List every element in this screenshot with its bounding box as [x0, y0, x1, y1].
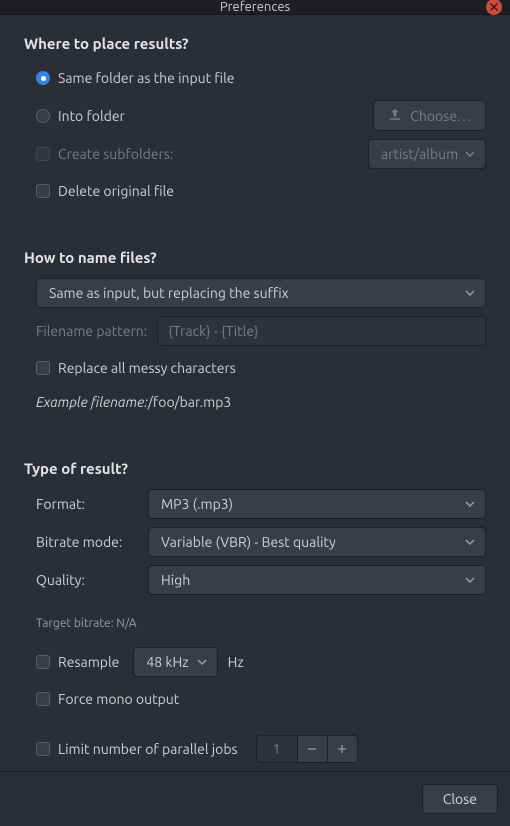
chevron-down-icon: [465, 534, 475, 550]
select-value: artist/album: [381, 146, 458, 162]
radio-same-folder[interactable]: [36, 71, 50, 85]
checkbox-label: Force mono output: [58, 691, 179, 707]
titlebar: Preferences: [0, 0, 510, 15]
close-button[interactable]: Close: [422, 784, 498, 814]
chevron-down-icon: [197, 654, 207, 670]
stepper-minus-button[interactable]: [297, 736, 327, 762]
section-heading-place: Where to place results?: [24, 35, 486, 52]
chevron-down-icon: [465, 285, 475, 301]
checkbox-replace-messy[interactable]: [36, 361, 50, 375]
example-filename-row: Example filename: /foo/bar.mp3: [24, 388, 486, 416]
minus-icon: [306, 743, 318, 755]
radio-row-into-folder[interactable]: Into folder Choose…: [24, 100, 486, 131]
choose-folder-button[interactable]: Choose…: [373, 100, 486, 131]
footer: Close: [0, 771, 510, 826]
checkbox-limit-jobs[interactable]: [36, 742, 50, 756]
checkbox-row-subfolders[interactable]: Create subfolders: artist/album: [24, 139, 486, 169]
target-bitrate-text: Target bitrate: N/A: [36, 617, 137, 630]
select-value: MP3 (.mp3): [161, 496, 233, 512]
checkbox-label: Resample: [58, 654, 119, 670]
resample-unit: Hz: [228, 654, 244, 670]
example-label: Example filename:: [36, 394, 148, 410]
checkbox-row-resample[interactable]: Resample 48 kHz Hz: [24, 647, 486, 677]
example-value: /foo/bar.mp3: [148, 394, 232, 410]
checkbox-resample[interactable]: [36, 655, 50, 669]
format-label: Format:: [36, 496, 140, 512]
checkbox-row-replace-messy[interactable]: Replace all messy characters: [24, 354, 486, 382]
checkbox-label: Limit number of parallel jobs: [58, 741, 238, 757]
target-bitrate-row: Target bitrate: N/A: [24, 609, 486, 637]
checkbox-force-mono[interactable]: [36, 692, 50, 706]
checkbox-row-force-mono[interactable]: Force mono output: [24, 685, 486, 713]
subfolder-pattern-select[interactable]: artist/album: [368, 139, 486, 169]
radio-into-folder[interactable]: [36, 109, 50, 123]
plus-icon: [336, 743, 348, 755]
format-row: Format: MP3 (.mp3): [24, 489, 486, 519]
choose-label: Choose…: [410, 108, 471, 124]
stepper-value[interactable]: 1: [257, 736, 297, 762]
checkbox-label: Delete original file: [58, 183, 174, 199]
bitrate-mode-label: Bitrate mode:: [36, 534, 140, 550]
select-value: 48 kHz: [146, 654, 188, 670]
chevron-down-icon: [465, 496, 475, 512]
checkbox-label: Create subfolders:: [58, 146, 173, 162]
window-title: Preferences: [220, 0, 290, 14]
checkbox-label: Replace all messy characters: [58, 360, 236, 376]
checkbox-row-limit-jobs[interactable]: Limit number of parallel jobs 1: [24, 735, 486, 763]
name-mode-select[interactable]: Same as input, but replacing the suffix: [36, 278, 486, 308]
filename-pattern-row: Filename pattern: {Track} - {Title}: [24, 316, 486, 346]
close-icon[interactable]: [486, 0, 502, 15]
filename-pattern-label: Filename pattern:: [36, 323, 147, 339]
name-mode-row: Same as input, but replacing the suffix: [24, 278, 486, 308]
select-value: High: [161, 572, 190, 588]
resample-rate-select[interactable]: 48 kHz: [133, 647, 217, 677]
content: Where to place results? Same folder as t…: [0, 15, 510, 771]
checkbox-create-subfolders[interactable]: [36, 147, 50, 161]
quality-row: Quality: High: [24, 565, 486, 595]
select-value: Variable (VBR) - Best quality: [161, 534, 336, 550]
bitrate-mode-select[interactable]: Variable (VBR) - Best quality: [148, 527, 486, 557]
select-value: Same as input, but replacing the suffix: [49, 285, 289, 301]
radio-row-same-folder[interactable]: Same folder as the input file: [24, 64, 486, 92]
checkbox-delete-original[interactable]: [36, 184, 50, 198]
upload-icon: [388, 107, 402, 124]
quality-label: Quality:: [36, 572, 140, 588]
parallel-jobs-stepper[interactable]: 1: [256, 735, 358, 763]
chevron-down-icon: [465, 146, 475, 162]
radio-label: Into folder: [58, 108, 125, 124]
filename-pattern-input[interactable]: {Track} - {Title}: [157, 316, 486, 346]
section-heading-type: Type of result?: [24, 460, 486, 477]
stepper-plus-button[interactable]: [327, 736, 357, 762]
quality-select[interactable]: High: [148, 565, 486, 595]
bitrate-mode-row: Bitrate mode: Variable (VBR) - Best qual…: [24, 527, 486, 557]
format-select[interactable]: MP3 (.mp3): [148, 489, 486, 519]
radio-label: Same folder as the input file: [58, 70, 235, 86]
checkbox-row-delete-original[interactable]: Delete original file: [24, 177, 486, 205]
chevron-down-icon: [465, 572, 475, 588]
section-heading-name: How to name files?: [24, 249, 486, 266]
